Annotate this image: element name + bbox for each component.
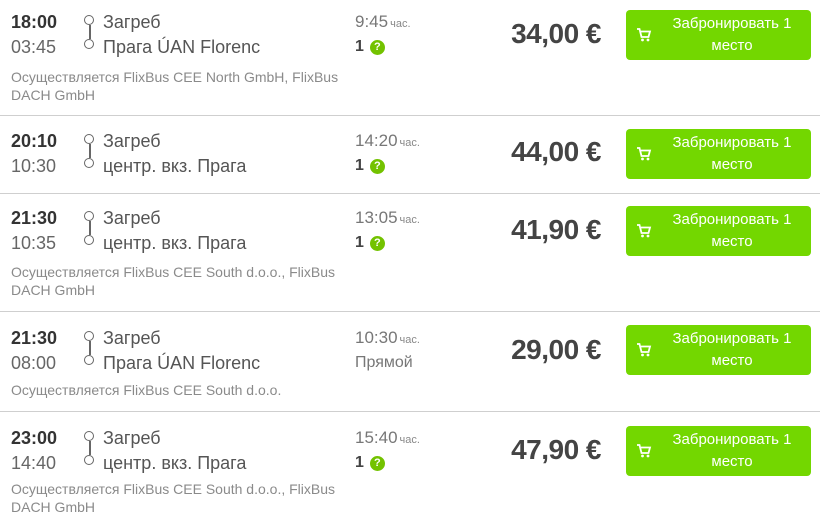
departure-time: 21:30 (11, 328, 58, 348)
book-button-label: Забронировать 1 место (672, 134, 792, 173)
operator-note: Осуществляется FlixBus CEE South d.o.o.,… (11, 481, 336, 515)
arrival-time: 14:40 (11, 453, 57, 473)
cart-icon (637, 224, 652, 238)
ride-row: 23:00 14:40 Загреб центр. вкз. Прага 15:… (0, 412, 820, 517)
cart-icon (637, 343, 652, 357)
trip-duration: 14:20 час. (355, 131, 420, 151)
transfers-info: Прямой (355, 354, 413, 372)
transfers-info: 1 ? (355, 234, 385, 252)
transfers-count: Прямой (355, 354, 413, 371)
arrival-stop[interactable]: Прага ÚAN Florenc (103, 37, 260, 57)
transfers-count: 1 (355, 234, 364, 251)
ride-price: 34,00 € (511, 18, 601, 49)
book-button[interactable]: Забронировать 1 место (626, 129, 811, 179)
cart-icon (637, 28, 652, 42)
arrival-stop[interactable]: центр. вкз. Прага (103, 453, 246, 473)
departure-time: 18:00 (11, 12, 58, 32)
departure-stop[interactable]: Загреб (103, 208, 161, 228)
route-line-icon (84, 15, 96, 55)
transfers-count: 1 (355, 38, 364, 55)
departure-stop[interactable]: Загреб (103, 428, 161, 448)
transfers-info: 1 ? (355, 157, 385, 175)
duration-value: 9:45 (355, 12, 389, 31)
cart-icon (637, 147, 652, 161)
route-line-icon (84, 431, 96, 471)
route-line-icon (84, 134, 96, 174)
ride-results-list: 18:00 03:45 Загреб Прага ÚAN Florenc 9:4… (0, 0, 820, 517)
cart-icon (637, 444, 652, 458)
departure-time: 21:30 (11, 208, 58, 228)
departure-stop[interactable]: Загреб (103, 12, 161, 32)
arrival-stop[interactable]: Прага ÚAN Florenc (103, 353, 260, 373)
operator-note: Осуществляется FlixBus CEE South d.o.o.,… (11, 264, 336, 298)
departure-time: 23:00 (11, 428, 58, 448)
ride-row: 21:30 10:35 Загреб центр. вкз. Прага 13:… (0, 194, 820, 312)
ride-row: 18:00 03:45 Загреб Прага ÚAN Florenc 9:4… (0, 0, 820, 116)
ride-price: 47,90 € (511, 434, 601, 465)
trip-duration: 10:30 час. (355, 328, 420, 348)
arrival-time: 03:45 (11, 37, 57, 57)
question-icon[interactable]: ? (369, 39, 385, 55)
duration-unit: час. (399, 137, 420, 149)
book-button[interactable]: Забронировать 1 место (626, 10, 811, 60)
trip-duration: 15:40 час. (355, 428, 420, 448)
ride-price: 29,00 € (511, 334, 601, 365)
duration-value: 10:30 (355, 328, 398, 347)
duration-unit: час. (399, 214, 420, 226)
ride-row: 21:30 08:00 Загреб Прага ÚAN Florenc 10:… (0, 312, 820, 412)
ride-price: 41,90 € (511, 214, 601, 245)
departure-stop[interactable]: Загреб (103, 328, 161, 348)
transfers-info: 1 ? (355, 454, 385, 472)
arrival-time: 10:30 (11, 156, 57, 176)
operator-note: Осуществляется FlixBus CEE North GmbH, F… (11, 69, 339, 103)
duration-unit: час. (399, 434, 420, 446)
book-button[interactable]: Забронировать 1 место (626, 426, 811, 476)
ride-row: 20:10 10:30 Загреб центр. вкз. Прага 14:… (0, 116, 820, 194)
duration-value: 14:20 (355, 131, 398, 150)
question-icon[interactable]: ? (369, 158, 385, 174)
question-icon[interactable]: ? (369, 235, 385, 251)
transfers-info: 1 ? (355, 38, 385, 56)
operator-note: Осуществляется FlixBus CEE South d.o.o. (11, 382, 282, 398)
departure-time: 20:10 (11, 131, 58, 151)
trip-duration: 9:45 час. (355, 12, 411, 32)
trip-duration: 13:05 час. (355, 208, 420, 228)
book-button-label: Забронировать 1 место (672, 211, 792, 250)
transfers-count: 1 (355, 157, 364, 174)
question-icon[interactable]: ? (369, 455, 385, 471)
ride-price: 44,00 € (511, 136, 601, 167)
duration-unit: час. (399, 334, 420, 346)
route-line-icon (84, 331, 96, 371)
arrival-stop[interactable]: центр. вкз. Прага (103, 233, 246, 253)
arrival-time: 08:00 (11, 353, 57, 373)
book-button[interactable]: Забронировать 1 место (626, 325, 811, 375)
duration-value: 15:40 (355, 428, 398, 447)
book-button-label: Забронировать 1 место (672, 15, 792, 54)
route-line-icon (84, 211, 96, 251)
duration-value: 13:05 (355, 208, 398, 227)
departure-stop[interactable]: Загреб (103, 131, 161, 151)
book-button[interactable]: Забронировать 1 место (626, 206, 811, 256)
duration-unit: час. (390, 18, 411, 30)
book-button-label: Забронировать 1 место (672, 431, 792, 470)
transfers-count: 1 (355, 454, 364, 471)
arrival-time: 10:35 (11, 233, 57, 253)
book-button-label: Забронировать 1 место (672, 330, 792, 369)
arrival-stop[interactable]: центр. вкз. Прага (103, 156, 246, 176)
